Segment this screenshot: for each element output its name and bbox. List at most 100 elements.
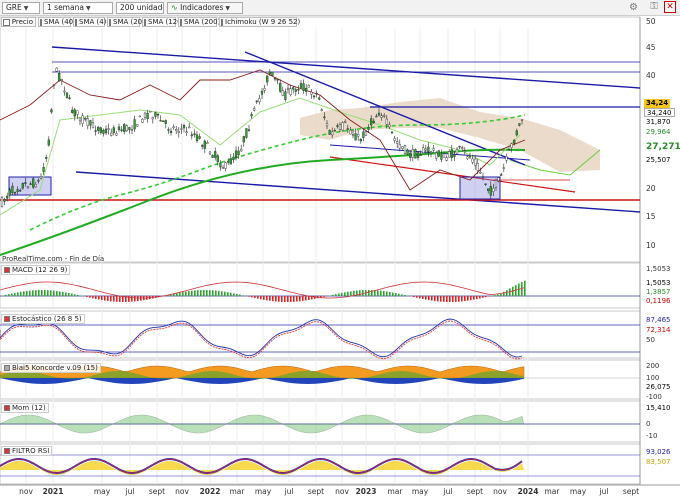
macd-histogram-bar <box>17 292 19 296</box>
macd-histogram-bar <box>452 296 454 302</box>
stoch-d-line <box>0 320 523 360</box>
candle-body <box>494 180 498 188</box>
macd-histogram-bar <box>47 290 49 296</box>
candle-body <box>445 157 448 161</box>
candle-body <box>424 148 427 151</box>
candle-body <box>331 131 334 136</box>
macd-histogram-bar <box>89 296 91 298</box>
macd-histogram-bar <box>389 291 391 296</box>
candle-body <box>297 88 300 91</box>
macd-histogram-bar <box>104 296 106 301</box>
macd-histogram-bar <box>323 296 325 297</box>
candle-body <box>123 124 126 132</box>
candle-body <box>206 142 209 144</box>
time-tick: 2024 <box>517 487 539 496</box>
time-tick: jul <box>125 487 135 496</box>
macd-histogram-bar <box>176 293 178 296</box>
candle-body <box>193 133 196 136</box>
stoch-panel-title[interactable]: Estocástico (26 8 5) <box>1 314 85 324</box>
macd-histogram-bar <box>368 290 370 296</box>
candle-body <box>440 154 443 160</box>
macd-histogram-bar <box>260 296 262 300</box>
macd-histogram-bar <box>443 296 445 302</box>
macd-histogram-bar <box>50 290 52 296</box>
macd-hist-value: 0,1196 <box>644 297 673 306</box>
candle-body <box>375 115 378 118</box>
candle-body <box>385 118 388 125</box>
macd-histogram-bar <box>338 293 340 296</box>
macd-histogram-bar <box>41 290 43 296</box>
time-tick: sept <box>466 487 484 496</box>
candle-body <box>201 145 204 147</box>
candle-body <box>406 149 409 155</box>
candle-body <box>520 119 524 121</box>
candle-body <box>346 128 349 130</box>
macd-histogram-bar <box>284 296 286 302</box>
macd-histogram-bar <box>485 296 487 298</box>
candle-body <box>380 115 383 118</box>
candle-body <box>0 197 4 207</box>
chart-canvas[interactable] <box>0 0 680 498</box>
candle-body <box>102 130 105 134</box>
macd-histogram-bar <box>134 296 136 302</box>
macd-histogram-bar <box>344 292 346 296</box>
candle-body <box>149 110 152 113</box>
macd-histogram-bar <box>281 296 283 302</box>
candle-body <box>497 177 500 182</box>
candle-body <box>115 133 118 136</box>
candle-body <box>383 115 386 117</box>
macd-histogram-bar <box>275 296 277 302</box>
time-tick: nov <box>19 487 33 496</box>
time-tick: mar <box>544 487 560 496</box>
blai5-panel-title[interactable]: Blai5 Koncorde v.09 (15) <box>1 363 101 373</box>
candle-body <box>26 186 30 188</box>
macd-histogram-bar <box>335 294 337 296</box>
macd-histogram-bar <box>206 290 208 296</box>
macd-panel-title[interactable]: MACD (12 26 9) <box>1 265 71 275</box>
candle-body <box>474 158 477 166</box>
channel-bottom-line <box>75 171 641 213</box>
candle-body <box>162 120 165 122</box>
candle-body <box>357 134 360 137</box>
candle-body <box>362 131 365 138</box>
candle-body <box>175 129 178 132</box>
candle-body <box>6 195 9 199</box>
candle-body <box>232 156 235 161</box>
macd-title-text: MACD (12 26 9) <box>12 266 68 274</box>
time-tick: nov <box>335 487 349 496</box>
macd-histogram-bar <box>464 296 466 302</box>
candle-body <box>125 125 128 132</box>
macd-histogram-bar <box>290 296 292 302</box>
macd-histogram-bar <box>119 296 121 302</box>
macd-histogram-bar <box>278 296 280 302</box>
candle-body <box>502 167 505 169</box>
mom-panel-title[interactable]: Mom (12) <box>1 403 49 413</box>
candle-body <box>45 157 48 159</box>
candle-body <box>190 134 193 137</box>
price-tick: 40 <box>646 71 656 80</box>
consolidation-box <box>459 176 501 200</box>
candle-body <box>97 126 100 131</box>
candle-body <box>143 112 147 118</box>
mom-tick: 0 <box>646 420 651 428</box>
macd-histogram-bar <box>35 290 37 296</box>
candle-body <box>435 152 438 159</box>
macd-histogram-bar <box>398 293 400 296</box>
macd-histogram-bar <box>62 291 64 296</box>
macd-histogram-bar <box>341 292 343 296</box>
stoch-swatch-icon <box>4 316 10 322</box>
candle-body <box>211 154 214 158</box>
candle-body <box>481 176 485 178</box>
candle-body <box>463 150 466 152</box>
candle-body <box>8 189 11 196</box>
macd-histogram-bar <box>296 296 298 302</box>
candle-body <box>78 117 82 122</box>
candle-body <box>276 78 279 81</box>
channel-top-line <box>51 46 641 89</box>
candle-body <box>377 112 381 116</box>
candle-body <box>336 125 339 127</box>
candle-body <box>351 134 355 136</box>
filtro-panel-title[interactable]: FILTRO RSI <box>1 446 53 456</box>
macd-histogram-bar <box>500 293 502 296</box>
watermark-text: ProRealTime.com - Fin de Día <box>2 255 105 263</box>
